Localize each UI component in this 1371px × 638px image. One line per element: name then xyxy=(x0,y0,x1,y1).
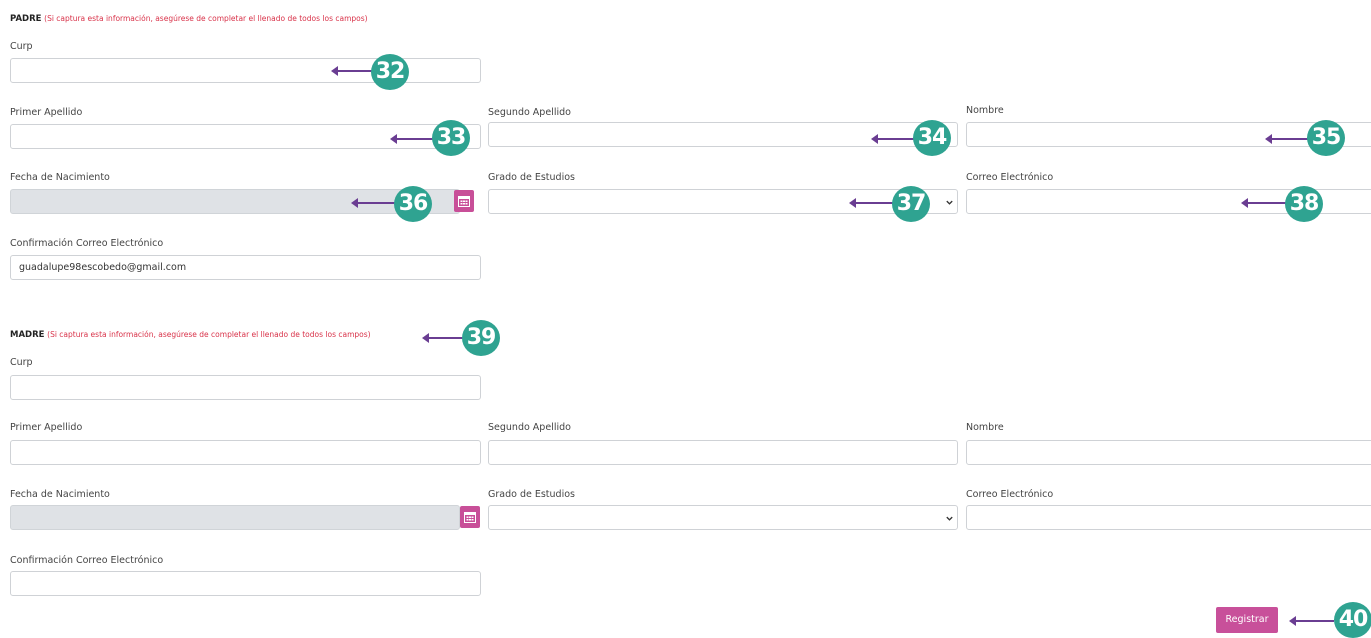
madre-correo-input[interactable] xyxy=(966,505,1371,530)
padre-calendar-button[interactable] xyxy=(454,190,474,212)
madre-fecha-label: Fecha de Nacimiento xyxy=(10,489,110,500)
padre-confirm-input[interactable]: guadalupe98escobedo@gmail.com xyxy=(10,255,481,280)
calendar-icon xyxy=(464,512,476,523)
madre-confirm-label: Confirmación Correo Electrónico xyxy=(10,555,164,566)
madre-confirm-input[interactable] xyxy=(10,571,481,596)
calendar-icon xyxy=(458,196,470,207)
padre-primer-apellido-input[interactable] xyxy=(10,124,481,149)
annotation-badge: 34 xyxy=(913,120,951,156)
padre-primer-apellido-label: Primer Apellido xyxy=(10,107,83,118)
madre-correo-label: Correo Electrónico xyxy=(966,489,1054,500)
madre-primer-apellido-input[interactable] xyxy=(10,440,481,465)
madre-nombre-label: Nombre xyxy=(966,422,1004,433)
madre-calendar-button[interactable] xyxy=(460,506,480,528)
padre-grado-label: Grado de Estudios xyxy=(488,172,575,183)
padre-fecha-label: Fecha de Nacimiento xyxy=(10,172,110,183)
madre-curp-label: Curp xyxy=(10,357,33,368)
padre-note: (Si captura esta información, asegúrese … xyxy=(44,14,368,23)
madre-fecha-input[interactable] xyxy=(10,505,460,530)
madre-section-title: MADRE (Si captura esta información, aseg… xyxy=(10,330,371,340)
madre-grado-label: Grado de Estudios xyxy=(488,489,575,500)
padre-curp-input[interactable] xyxy=(10,58,481,83)
padre-section-title: PADRE (Si captura esta información, aseg… xyxy=(10,14,368,24)
madre-segundo-apellido-label: Segundo Apellido xyxy=(488,422,571,433)
annotation-badge: 35 xyxy=(1307,120,1345,156)
chevron-down-icon xyxy=(946,200,953,205)
annotation-arrow xyxy=(331,66,372,76)
madre-note: (Si captura esta información, asegúrese … xyxy=(47,330,371,339)
annotation-arrow xyxy=(390,134,433,144)
annotation-badge: 32 xyxy=(371,54,409,90)
annotation-arrow xyxy=(1241,198,1286,208)
madre-nombre-input[interactable] xyxy=(966,440,1371,465)
madre-title: MADRE xyxy=(10,330,45,340)
annotation-badge: 39 xyxy=(462,320,500,356)
annotation-badge: 36 xyxy=(394,186,432,222)
annotation-arrow xyxy=(871,134,914,144)
annotation-arrow xyxy=(1265,134,1308,144)
padre-segundo-apellido-input[interactable] xyxy=(488,122,958,147)
padre-correo-label: Correo Electrónico xyxy=(966,172,1054,183)
annotation-badge: 38 xyxy=(1285,186,1323,222)
padre-curp-label: Curp xyxy=(10,41,33,52)
annotation-arrow xyxy=(351,198,395,208)
register-button[interactable]: Registrar xyxy=(1216,607,1278,633)
madre-segundo-apellido-input[interactable] xyxy=(488,440,958,465)
annotation-arrow xyxy=(422,333,463,343)
annotation-arrow xyxy=(849,198,894,208)
annotation-arrow xyxy=(1289,616,1334,626)
madre-primer-apellido-label: Primer Apellido xyxy=(10,422,83,433)
padre-title: PADRE xyxy=(10,14,42,24)
padre-nombre-label: Nombre xyxy=(966,105,1004,116)
madre-grado-select[interactable] xyxy=(488,505,958,530)
chevron-down-icon xyxy=(946,516,953,521)
annotation-badge: 33 xyxy=(432,120,470,156)
padre-confirm-label: Confirmación Correo Electrónico xyxy=(10,238,164,249)
padre-segundo-apellido-label: Segundo Apellido xyxy=(488,107,571,118)
madre-curp-input[interactable] xyxy=(10,375,481,400)
annotation-badge: 37 xyxy=(892,186,930,222)
